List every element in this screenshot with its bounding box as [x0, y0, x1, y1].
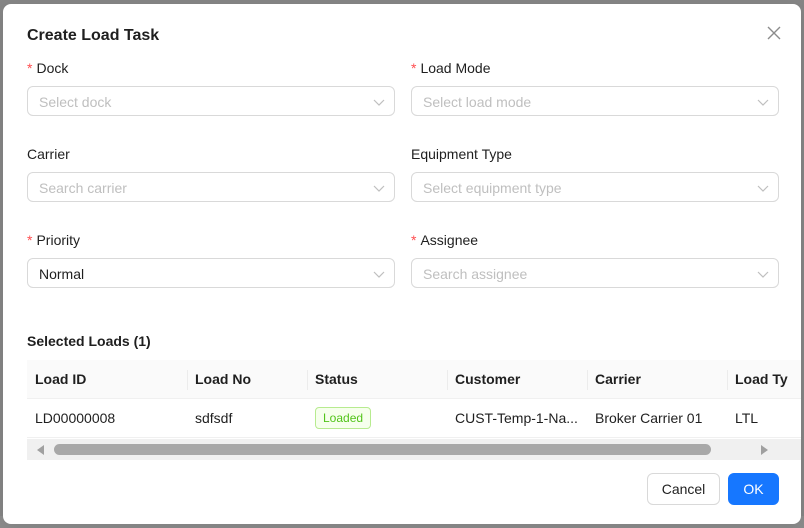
selected-loads-table: Load ID Load No Status Customer Carrier …: [27, 360, 801, 460]
column-divider: [187, 370, 188, 390]
assignee-label: * Assignee: [411, 232, 478, 248]
dock-placeholder: Select dock: [39, 94, 112, 110]
cell-customer: CUST-Temp-1-Na...: [455, 410, 578, 426]
equipment-type-placeholder: Select equipment type: [423, 180, 562, 196]
assignee-select[interactable]: Search assignee: [411, 258, 779, 288]
column-divider: [447, 370, 448, 390]
load-mode-label: * Load Mode: [411, 60, 491, 76]
priority-label-text: Priority: [36, 232, 81, 248]
carrier-label: Carrier: [27, 146, 70, 162]
equipment-type-label: Equipment Type: [411, 146, 512, 162]
chevron-down-icon: [373, 99, 385, 106]
horizontal-scrollbar[interactable]: [27, 439, 801, 460]
column-header-customer[interactable]: Customer: [455, 371, 520, 387]
column-header-load-id[interactable]: Load ID: [35, 371, 86, 387]
close-icon: [767, 26, 781, 40]
carrier-select[interactable]: Search carrier: [27, 172, 395, 202]
priority-label: * Priority: [27, 232, 80, 248]
required-marker: *: [411, 60, 417, 76]
carrier-placeholder: Search carrier: [39, 180, 127, 196]
load-mode-select[interactable]: Select load mode: [411, 86, 779, 116]
ok-button[interactable]: OK: [728, 473, 779, 505]
scroll-right-icon[interactable]: [761, 445, 768, 455]
column-divider: [727, 370, 728, 390]
priority-select[interactable]: Normal: [27, 258, 395, 288]
chevron-down-icon: [757, 271, 769, 278]
required-marker: *: [27, 232, 33, 248]
chevron-down-icon: [373, 185, 385, 192]
assignee-placeholder: Search assignee: [423, 266, 528, 282]
cell-load-type: LTL: [735, 410, 759, 426]
load-mode-placeholder: Select load mode: [423, 94, 532, 110]
chevron-down-icon: [757, 185, 769, 192]
assignee-label-text: Assignee: [420, 232, 479, 248]
cell-carrier: Broker Carrier 01: [595, 410, 703, 426]
close-button[interactable]: [763, 22, 785, 44]
load-mode-label-text: Load Mode: [420, 60, 491, 76]
cell-load-id: LD00000008: [35, 410, 116, 426]
required-marker: *: [27, 60, 33, 76]
equipment-type-select[interactable]: Select equipment type: [411, 172, 779, 202]
column-divider: [587, 370, 588, 390]
cell-load-no: sdfsdf: [195, 410, 233, 426]
chevron-down-icon: [373, 271, 385, 278]
required-marker: *: [411, 232, 417, 248]
priority-value: Normal: [39, 266, 85, 282]
create-load-task-dialog: Create Load Task * Dock Select dock * Load…: [3, 4, 801, 524]
table-row[interactable]: LD00000008 sdfsdf Loaded CUST-Temp-1-Na.…: [27, 399, 801, 438]
column-header-load-type[interactable]: Load Ty: [735, 371, 788, 387]
dock-label-text: Dock: [36, 60, 69, 76]
dock-select[interactable]: Select dock: [27, 86, 395, 116]
table-header: Load ID Load No Status Customer Carrier …: [27, 360, 801, 399]
cancel-button[interactable]: Cancel: [647, 473, 720, 505]
selected-loads-title: Selected Loads (1): [27, 333, 151, 349]
dialog-title: Create Load Task: [27, 27, 160, 44]
column-header-carrier[interactable]: Carrier: [595, 371, 641, 387]
column-header-status[interactable]: Status: [315, 371, 358, 387]
status-badge: Loaded: [315, 407, 372, 429]
column-header-load-no[interactable]: Load No: [195, 371, 251, 387]
dock-label: * Dock: [27, 60, 68, 76]
column-divider: [307, 370, 308, 390]
chevron-down-icon: [757, 99, 769, 106]
scrollbar-thumb[interactable]: [54, 444, 711, 455]
scroll-left-icon[interactable]: [37, 445, 44, 455]
